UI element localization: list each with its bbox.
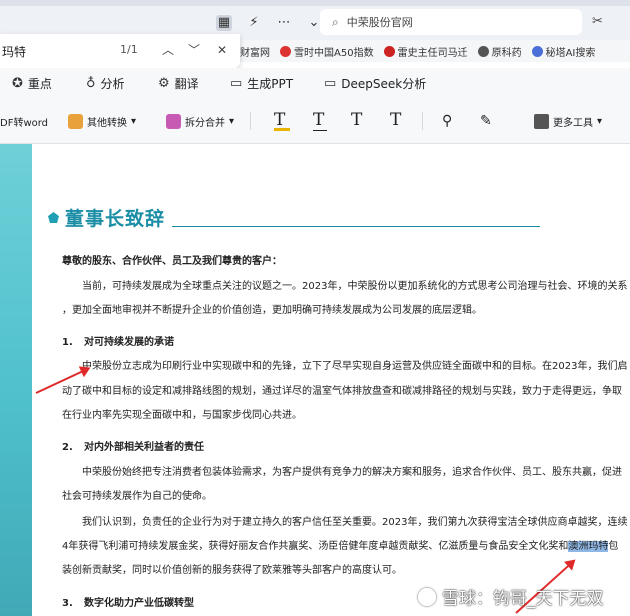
- browser-tools: ▦ ⚡ ⋯ ⌄: [216, 12, 322, 34]
- chevron-down-icon: ▾: [229, 115, 235, 127]
- section-heading: 1. 对可持续发展的承诺: [62, 337, 174, 348]
- more-icon[interactable]: ⋯: [276, 15, 292, 31]
- find-bar: 玛特 1/1 ︿ ﹀ ✕: [0, 34, 240, 68]
- text-insert-tool[interactable]: T: [390, 110, 401, 130]
- more-tools-button[interactable]: 更多工具 ▾: [534, 112, 602, 130]
- reader-mode-icon[interactable]: ▦: [216, 15, 232, 31]
- bookmark-item[interactable]: 原科药: [477, 44, 522, 59]
- highlight-bar: [274, 128, 290, 131]
- salutation: 尊敬的股东、合作伙伴、员工及我们尊贵的客户：: [62, 256, 282, 267]
- heading-text: 董事长致辞: [65, 208, 166, 230]
- bookmark-item[interactable]: 雪时中国A50指数: [280, 44, 374, 59]
- bookmark-favicon-icon: [383, 45, 395, 57]
- highlight-button[interactable]: ✪ 重点: [12, 74, 52, 92]
- bookmark-item[interactable]: 秘塔AI搜索: [531, 44, 595, 59]
- pentagon-bullet-icon: [48, 212, 59, 223]
- other-convert-button[interactable]: 其他转换 ▾: [68, 112, 136, 130]
- translate-icon: ⚙: [158, 75, 170, 91]
- pen-box-icon: ✎: [480, 113, 492, 129]
- bookmark-favicon-icon: [280, 45, 291, 57]
- text-highlight-tool[interactable]: T: [274, 110, 290, 131]
- tab-strip: [0, 0, 630, 6]
- translate-button[interactable]: ⚙ 翻译: [158, 74, 199, 92]
- convert-icon: [68, 113, 83, 129]
- chevron-down-icon: ▾: [597, 115, 603, 127]
- scissors-icon[interactable]: ✂: [592, 14, 603, 29]
- watermark: 雪球：钩哥_天下无双: [418, 584, 604, 609]
- bookmark-favicon-icon: [477, 45, 489, 57]
- address-bar[interactable]: ⌕ 中荣股份官网: [320, 9, 582, 35]
- search-icon: ⌕: [332, 14, 339, 29]
- find-match-count: 1/1: [120, 43, 138, 56]
- text-underline-tool[interactable]: T: [313, 110, 327, 131]
- stamp-icon: ⚲: [442, 113, 453, 129]
- sign-tool[interactable]: ✎: [480, 112, 492, 130]
- search-match-highlight: 澳洲玛特: [568, 541, 609, 552]
- paragraph-line: 当前，可持续发展成为全球重点关注的议题之一。2023年，中荣股份以更加系统化的方…: [82, 281, 628, 292]
- paragraph-line: 动了碳中和目标的设定和减排路线图的规划，通过详尽的温室气体排放盘查和碳减排路径的…: [62, 386, 622, 397]
- deepseek-analyze-button[interactable]: ▭ DeepSeek分析: [324, 74, 426, 92]
- bookmarks-bar: 财富网 雪时中国A50指数 雷史主任司马迁 原科药 秘塔AI搜索: [240, 40, 630, 62]
- ai-toolbar: ✪ 重点 ♁ 分析 ⚙ 翻译 ▭ 生成PPT ▭ DeepSeek分析: [0, 68, 630, 98]
- toolbar-divider: [422, 112, 423, 130]
- section-heading: 2. 对内外部相关利益者的责任: [62, 442, 204, 453]
- paragraph-line: 在行业内率先实现全面碳中和，与国家步伐同心共进。: [62, 410, 302, 421]
- paragraph-line: 中荣股份始终把专注消费者包装体验需求，为客户提供有竞争力的解决方案和服务，追求合…: [82, 467, 622, 478]
- bookmark-favicon-icon: [531, 45, 543, 57]
- document-icon: ▭: [230, 75, 243, 91]
- text-strikethrough-tool[interactable]: T: [351, 110, 362, 130]
- paragraph-line: 社会可持续发展作为自己的使命。: [62, 491, 212, 502]
- page-decor-band: [0, 144, 32, 616]
- target-icon: ✪: [12, 75, 23, 91]
- find-previous-icon[interactable]: ︿: [158, 40, 178, 60]
- heading-rule: [172, 226, 540, 227]
- underline-bar: [313, 130, 327, 131]
- section-heading: 3. 数字化助力产业低碳转型: [62, 598, 194, 609]
- lightning-icon[interactable]: ⚡: [246, 15, 262, 31]
- chevron-down-icon: ▾: [131, 115, 137, 127]
- pdf-to-word-button[interactable]: DF转word: [0, 112, 48, 130]
- paragraph-line: 装创新贡献奖，同时以价值创新的服务获得了欧莱雅等头部客户的高度认可。: [62, 565, 402, 576]
- toolbar-divider: [250, 112, 251, 130]
- analyze-button[interactable]: ♁ 分析: [86, 74, 125, 92]
- document-icon: ▭: [324, 75, 337, 91]
- stamp-tool[interactable]: ⚲: [442, 112, 452, 130]
- paragraph-line: 4年获得飞利浦可持续发展金奖，获得好丽友合作共赢奖、汤臣倍健年度卓越贡献奖、亿滋…: [62, 541, 619, 552]
- paragraph-line: ，更加全面地审视并不断提升企业的价值创造，更加明确可持续发展成为公司发展的底层逻…: [62, 305, 482, 316]
- page-title: 董事长致辞: [48, 204, 165, 231]
- split-icon: [166, 113, 181, 129]
- paragraph-line: 我们认识到，负责任的企业行为对于建立持久的客户信任至关重要。2023年，我们第九…: [82, 517, 628, 528]
- bookmark-item[interactable]: 财富网: [240, 44, 270, 59]
- generate-ppt-button[interactable]: ▭ 生成PPT: [230, 74, 293, 92]
- bookmark-item[interactable]: 雷史主任司马迁: [383, 44, 468, 59]
- toolbox-icon: [534, 113, 549, 129]
- find-next-icon[interactable]: ﹀: [184, 40, 204, 60]
- snowball-logo-icon: [418, 587, 436, 606]
- close-icon[interactable]: ✕: [212, 40, 232, 60]
- split-merge-button[interactable]: 拆分合并 ▾: [166, 112, 234, 130]
- pdf-toolbar: DF转word 其他转换 ▾ 拆分合并 ▾ T T T T ⚲ ✎ 更多工具 ▾: [0, 98, 630, 144]
- address-text: 中荣股份官网: [346, 16, 413, 29]
- paragraph-line: 中荣股份立志成为印刷行业中实现碳中和的先锋，立下了尽早实现自身运营及供应链全面碳…: [82, 361, 628, 372]
- find-input[interactable]: 玛特: [2, 43, 26, 60]
- bulb-icon: ♁: [86, 75, 96, 91]
